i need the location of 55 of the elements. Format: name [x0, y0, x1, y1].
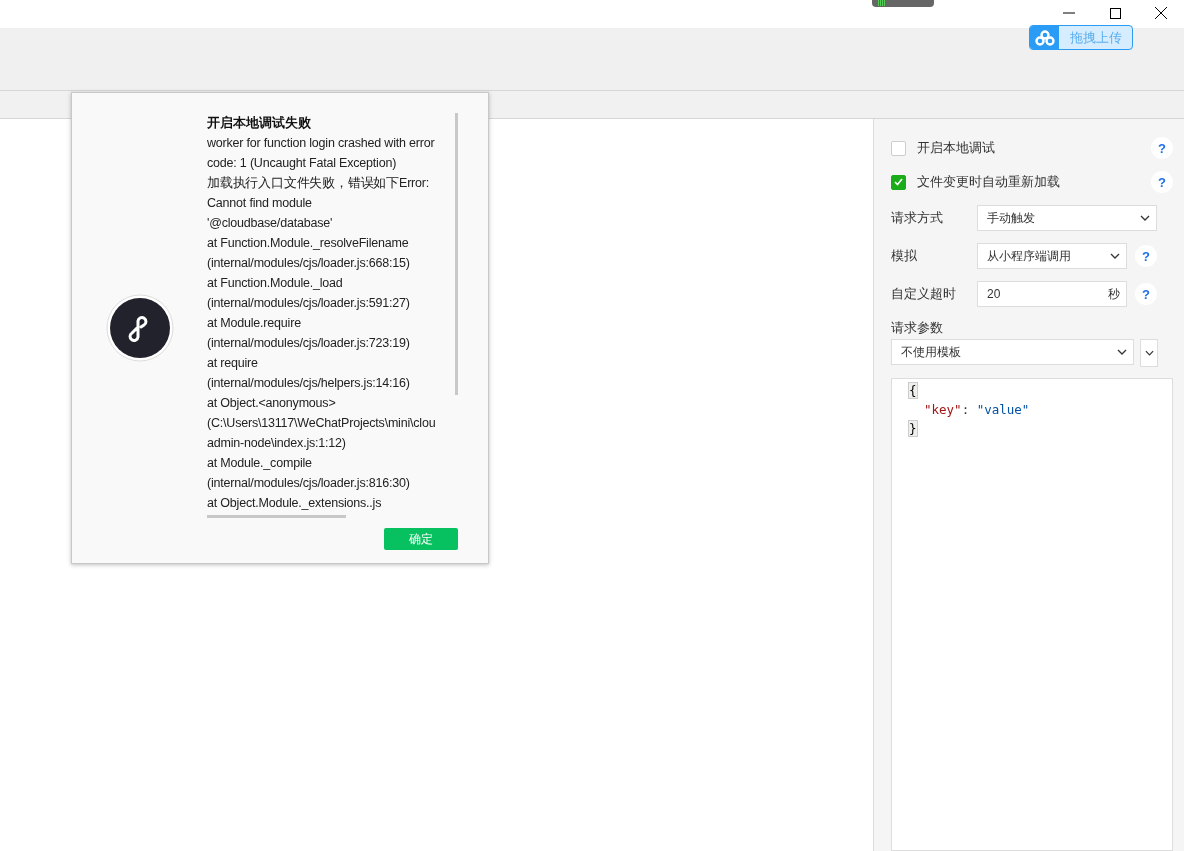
- code-editor[interactable]: { "key": "value" }: [891, 378, 1173, 851]
- select-field[interactable]: 手动触发: [977, 205, 1157, 231]
- checkmark-icon: [894, 178, 903, 186]
- option-label: 文件变更时自动重新加载: [917, 173, 1061, 191]
- template-select[interactable]: 不使用模板: [891, 339, 1134, 365]
- error-line: at Module._compile: [207, 455, 313, 472]
- field-label: 自定义超时: [891, 285, 957, 303]
- code-brace: }: [908, 420, 918, 437]
- code-brace: {: [908, 382, 918, 399]
- code-value: "value": [976, 402, 1030, 417]
- scrollbar[interactable]: [207, 515, 346, 518]
- option-label: 开启本地调试: [917, 139, 996, 157]
- code-key: "key": [924, 402, 962, 417]
- chevron-down-icon: [1144, 350, 1154, 356]
- help-icon[interactable]: ?: [1135, 245, 1157, 267]
- help-icon[interactable]: ?: [1151, 137, 1173, 159]
- error-line: at require: [207, 355, 259, 372]
- checkbox[interactable]: [891, 174, 906, 190]
- cloud-icon: [1034, 29, 1055, 46]
- error-line: admin-node\index.js:1:12): [207, 435, 347, 452]
- link-logo-icon: [105, 294, 174, 362]
- error-line: at Module.require: [207, 315, 302, 332]
- select-field[interactable]: 从小程序端调用: [977, 243, 1127, 269]
- error-line: '@cloudbase/database': [207, 215, 334, 232]
- error-line: (internal/modules/cjs/loader.js:591:27): [207, 295, 411, 312]
- status-pill-drawing: [872, 0, 934, 7]
- field-label: 模拟: [891, 247, 918, 265]
- help-icon[interactable]: ?: [1151, 171, 1173, 193]
- chevron-down-icon: [1140, 215, 1150, 221]
- error-line: code: 1 (Uncaught Fatal Exception): [207, 155, 398, 172]
- error-line: at Object.Module._extensions..js: [207, 495, 383, 512]
- error-line: worker for function login crashed with error: [207, 135, 436, 152]
- error-line: (C:\Users\13117\WeChatProjects\mini\clou: [207, 415, 437, 432]
- error-line: at Function.Module._load: [207, 275, 344, 292]
- chevron-down-icon: [1110, 253, 1120, 259]
- dialog-title: 开启本地调试失败: [207, 114, 312, 132]
- help-icon[interactable]: ?: [1135, 283, 1157, 305]
- field-label: 请求参数: [891, 319, 944, 337]
- timeout-field[interactable]: 20 秒: [977, 281, 1127, 307]
- field-label: 请求方式: [891, 209, 944, 227]
- error-line: (internal/modules/cjs/loader.js:723:19): [207, 335, 411, 352]
- error-line: (internal/modules/cjs/helpers.js:14:16): [207, 375, 411, 392]
- chevron-down-icon: [1117, 349, 1127, 355]
- scrollbar[interactable]: [455, 113, 458, 395]
- error-line: at Function.Module._resolveFilename: [207, 235, 410, 252]
- error-line: Cannot find module: [207, 195, 313, 212]
- error-line: (internal/modules/cjs/loader.js:816:30): [207, 475, 411, 492]
- error-line: 加载执行入口文件失败，错误如下Error:: [207, 175, 431, 192]
- code-separator: :: [961, 402, 971, 417]
- error-line: (internal/modules/cjs/loader.js:668:15): [207, 255, 411, 272]
- maximize-icon: [1109, 7, 1121, 19]
- error-line: at Object.<anonymous>: [207, 395, 337, 412]
- close-icon: [1155, 7, 1167, 19]
- checkbox[interactable]: [891, 140, 906, 156]
- dropdown-button[interactable]: [1140, 339, 1158, 367]
